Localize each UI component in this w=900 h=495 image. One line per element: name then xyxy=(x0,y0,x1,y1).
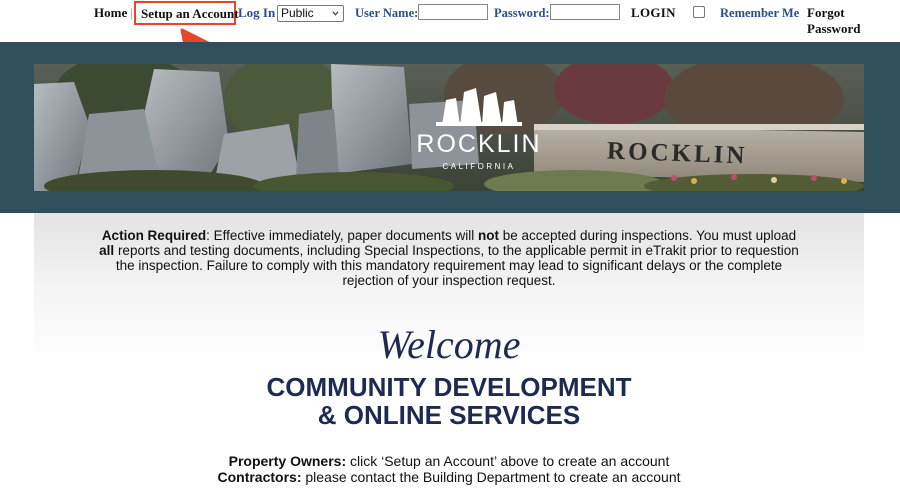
rocklin-logo: ROCKLIN CALIFORNIA xyxy=(404,82,554,174)
password-label: Password: xyxy=(494,6,550,20)
contractors-label: Contractors: xyxy=(217,469,302,485)
logo-wordmark: ROCKLIN xyxy=(416,130,542,158)
welcome-title: Welcome xyxy=(377,322,521,367)
role-select-value: Public xyxy=(281,6,314,20)
rocklin-logo-mark-icon xyxy=(436,88,522,126)
login-button[interactable]: LOGIN xyxy=(631,5,676,21)
notice-text-3: reports and testing documents, including… xyxy=(114,243,799,288)
owners-text: click ‘Setup an Account’ above to create… xyxy=(346,453,670,469)
main-content: Action Required: Effective immediately, … xyxy=(34,213,864,495)
owners-label: Property Owners: xyxy=(228,453,347,469)
forgot-password-link[interactable]: Forgot Password xyxy=(807,5,900,37)
heading-line-2: & ONLINE SERVICES xyxy=(317,400,581,430)
role-select[interactable]: Public xyxy=(277,5,344,22)
wall-sign-text: ROCKLIN xyxy=(606,137,748,170)
username-label: User Name: xyxy=(355,6,419,20)
contractors-line: Contractors: please contact the Building… xyxy=(34,469,864,485)
chevron-down-icon xyxy=(332,11,339,16)
notice-not: not xyxy=(477,228,499,243)
logo-subtitle: CALIFORNIA xyxy=(442,162,516,171)
setup-account-link[interactable]: Setup an Account xyxy=(134,1,239,25)
notice-text-2: be accepted during inspections. You must… xyxy=(498,228,797,243)
account-instructions: Property Owners: click ‘Setup an Account… xyxy=(34,453,864,485)
owners-line: Property Owners: click ‘Setup an Account… xyxy=(34,453,864,469)
nav-separator: | xyxy=(130,5,133,20)
password-input[interactable] xyxy=(550,4,620,20)
page-heading: COMMUNITY DEVELOPMENT & ONLINE SERVICES xyxy=(34,373,864,429)
home-link[interactable]: Home xyxy=(94,5,127,21)
notice-lead: Action Required xyxy=(101,228,207,243)
city-banner-image: ROCKLIN CALIFORNIA ROCKLIN xyxy=(34,64,864,191)
remember-me-label: Remember Me xyxy=(720,6,800,20)
username-input[interactable] xyxy=(418,4,488,20)
notice-text-1: : Effective immediately, paper documents… xyxy=(206,228,478,243)
heading-line-1: COMMUNITY DEVELOPMENT xyxy=(266,372,632,402)
top-navigation: Home | Setup an Account Log In Public Us… xyxy=(0,0,900,36)
contractors-text: please contact the Building Department t… xyxy=(301,469,681,485)
notice-all: all xyxy=(99,243,115,258)
login-link[interactable]: Log In xyxy=(238,5,275,21)
action-required-notice: Action Required: Effective immediately, … xyxy=(94,228,804,288)
remember-me-checkbox[interactable] xyxy=(693,6,705,18)
